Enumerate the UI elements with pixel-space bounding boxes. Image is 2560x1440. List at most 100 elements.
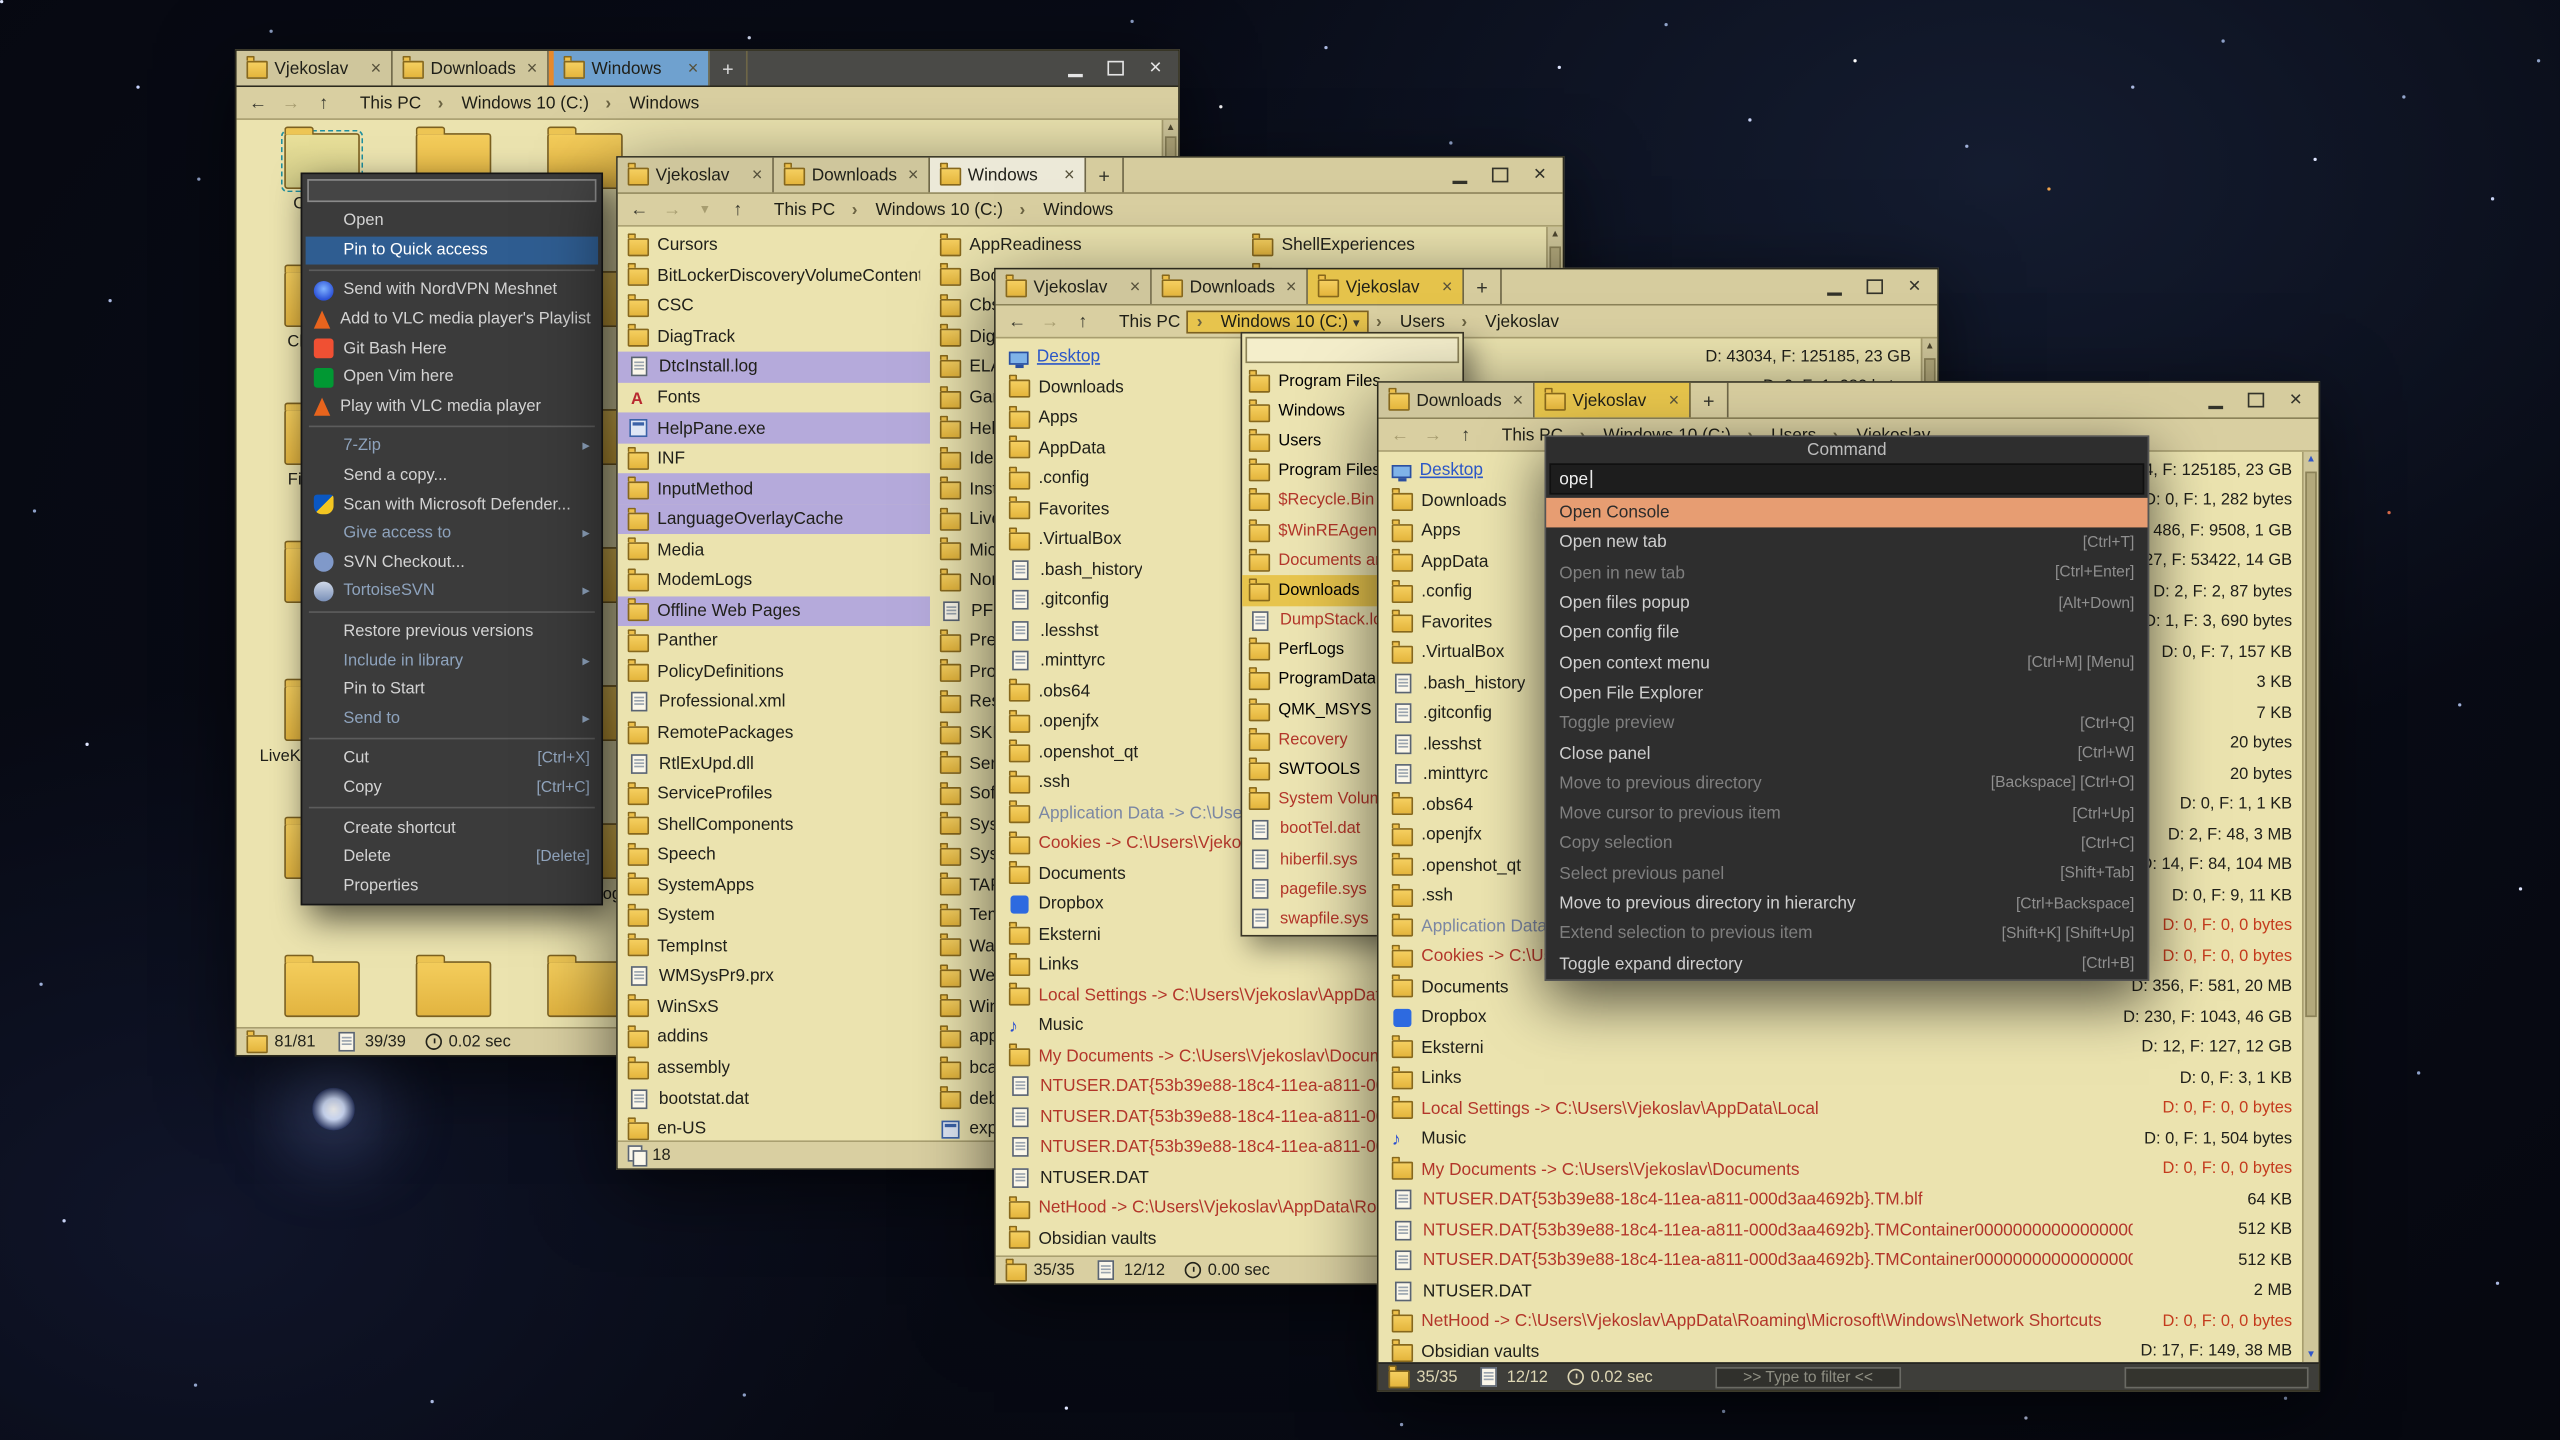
file-row[interactable]: NTUSER.DAT{53b39e88-18c4-11ea-a811-000d3… — [1382, 1245, 2302, 1275]
command-item[interactable]: Toggle expand directory [Ctrl+B] — [1546, 949, 2147, 979]
close-button[interactable] — [1534, 165, 1546, 185]
drive-dropdown-filter-input[interactable] — [1245, 337, 1459, 363]
command-item[interactable]: Move cursor to previous item [Ctrl+Up] — [1546, 798, 2147, 828]
file-row[interactable]: Cursors — [618, 230, 930, 260]
tab[interactable]: Downloads — [1152, 269, 1308, 304]
tab-close-icon[interactable] — [1130, 277, 1141, 297]
file-row[interactable]: en-US — [618, 1114, 930, 1141]
forward-button[interactable] — [657, 197, 687, 222]
file-row[interactable]: SystemApps — [618, 870, 930, 900]
file-row[interactable]: LanguageOverlayCache — [618, 504, 930, 534]
context-menu-item[interactable]: Create shortcut — [306, 814, 598, 843]
up-button[interactable] — [309, 90, 339, 115]
context-menu-item[interactable]: Delete [Delete] — [306, 843, 598, 872]
context-menu-item[interactable]: Give access to — [306, 519, 598, 548]
command-item[interactable]: Move to previous directory [Backspace] [… — [1546, 768, 2147, 798]
context-menu-item[interactable]: TortoiseSVN — [306, 577, 598, 606]
tab[interactable]: Vjekoslav — [1308, 269, 1464, 304]
file-row[interactable]: Offline Web Pages — [618, 596, 930, 626]
up-button[interactable] — [723, 197, 753, 222]
context-menu-item[interactable] — [309, 807, 595, 809]
context-menu-item[interactable]: Cut [Ctrl+X] — [306, 744, 598, 773]
file-row[interactable]: ServiceProfiles — [618, 779, 930, 809]
breadcrumb-segment[interactable]: This PC — [1111, 311, 1189, 331]
context-menu-item[interactable]: Add to VLC media player's Playlist — [306, 305, 598, 334]
breadcrumb-segment[interactable]: Windows — [1011, 200, 1121, 220]
command-item[interactable]: Extend selection to previous item [Shift… — [1546, 919, 2147, 949]
file-row[interactable]: Media — [618, 535, 930, 565]
tab-close-icon[interactable] — [1286, 277, 1297, 297]
command-item[interactable]: Select previous panel [Shift+Tab] — [1546, 859, 2147, 889]
forward-button[interactable] — [276, 90, 306, 115]
file-row[interactable]: AppReadiness — [930, 230, 1242, 260]
command-item[interactable]: Toggle preview [Ctrl+Q] — [1546, 708, 2147, 738]
context-menu-item[interactable]: SVN Checkout... — [306, 548, 598, 577]
forward-button[interactable] — [1418, 422, 1448, 447]
file-row[interactable]: bootstat.dat — [618, 1083, 930, 1113]
file-row[interactable]: NTUSER.DAT{53b39e88-18c4-11ea-a811-000d3… — [1382, 1215, 2302, 1245]
maximize-button[interactable] — [2248, 393, 2264, 408]
command-item[interactable]: Move to previous directory in hierarchy … — [1546, 889, 2147, 919]
minimize-button[interactable] — [1069, 60, 1084, 76]
context-menu-item[interactable]: Pin to Quick access — [306, 236, 598, 265]
command-input[interactable]: ope — [1549, 463, 2144, 494]
file-row[interactable]: Panther — [618, 626, 930, 656]
command-item[interactable]: Open config file — [1546, 618, 2147, 648]
context-menu-item[interactable]: Copy [Ctrl+C] — [306, 773, 598, 802]
back-button[interactable] — [1385, 422, 1415, 447]
file-row[interactable]: Dropbox D: 230, F: 1043, 46 GB — [1382, 1002, 2302, 1032]
tab[interactable]: Windows — [549, 51, 710, 86]
type-to-filter-box[interactable]: >> Type to filter << — [1715, 1366, 1901, 1387]
file-row[interactable]: Eksterni D: 12, F: 127, 12 GB — [1382, 1033, 2302, 1063]
maximize-button[interactable] — [1493, 168, 1509, 183]
minimize-button[interactable] — [1453, 167, 1468, 183]
tab-close-icon[interactable] — [1513, 390, 1524, 410]
file-row[interactable]: ShellComponents — [618, 809, 930, 839]
tab-close-icon[interactable] — [752, 165, 763, 185]
context-menu-item[interactable]: Send to — [306, 704, 598, 733]
close-button[interactable] — [1149, 58, 1161, 78]
history-dropdown-icon[interactable] — [690, 197, 720, 222]
forward-button[interactable] — [1035, 309, 1065, 334]
file-row[interactable]: DtcInstall.log — [618, 352, 930, 382]
context-menu-filter-input[interactable] — [307, 179, 596, 202]
file-row[interactable]: NTUSER.DAT 2 MB — [1382, 1276, 2302, 1306]
context-menu-item[interactable] — [309, 270, 595, 272]
breadcrumb-segment[interactable]: This PC — [352, 93, 430, 113]
file-row[interactable]: Speech — [618, 840, 930, 870]
file-row[interactable]: Links D: 0, F: 3, 1 KB — [1382, 1063, 2302, 1093]
command-item[interactable]: Open Console — [1546, 498, 2147, 528]
scrollbar[interactable] — [2302, 452, 2318, 1362]
context-menu-item[interactable]: Include in library — [306, 646, 598, 675]
file-row[interactable]: System — [618, 900, 930, 930]
minimize-button[interactable] — [2209, 392, 2224, 408]
file-row[interactable]: RemotePackages — [618, 718, 930, 748]
file-row[interactable]: Local Settings -> C:\Users\Vjekoslav\App… — [1382, 1093, 2302, 1123]
tab[interactable]: Downloads — [774, 158, 930, 193]
up-button[interactable] — [1451, 422, 1481, 447]
new-tab-button[interactable] — [1691, 383, 1729, 418]
breadcrumb-segment[interactable]: Windows 10 (C:) — [843, 200, 1011, 220]
context-menu-item[interactable]: Pin to Start — [306, 675, 598, 704]
context-menu-item[interactable]: Open Vim here — [306, 363, 598, 392]
folder-item[interactable] — [388, 955, 519, 1027]
file-row[interactable]: NTUSER.DAT{53b39e88-18c4-11ea-a811-000d3… — [1382, 1185, 2302, 1215]
file-row[interactable]: Music D: 0, F: 1, 504 bytes — [1382, 1124, 2302, 1154]
breadcrumb-segment[interactable]: Windows 10 (C:) — [1189, 311, 1368, 331]
command-item[interactable]: Open new tab [Ctrl+T] — [1546, 528, 2147, 558]
scroll-down-icon[interactable] — [2304, 1347, 2319, 1362]
context-menu-item[interactable]: Send a copy... — [306, 461, 598, 490]
tab[interactable]: Vjekoslav — [618, 158, 774, 193]
tab[interactable]: Windows — [930, 158, 1086, 193]
breadcrumb-segment[interactable]: Windows — [597, 93, 707, 113]
tab-close-icon[interactable] — [688, 58, 699, 78]
file-row[interactable]: Professional.xml — [618, 687, 930, 717]
file-row[interactable]: Obsidian vaults D: 17, F: 149, 38 MB — [1382, 1337, 2302, 1362]
context-menu-item[interactable]: Properties — [306, 872, 598, 901]
file-row[interactable]: NetHood -> C:\Users\Vjekoslav\AppData\Ro… — [1382, 1306, 2302, 1336]
breadcrumb-segment[interactable]: Windows 10 (C:) — [429, 93, 597, 113]
new-tab-button[interactable] — [710, 51, 748, 86]
file-row[interactable]: WinSxS — [618, 992, 930, 1022]
file-row[interactable]: DiagTrack — [618, 321, 930, 351]
command-item[interactable]: Open in new tab [Ctrl+Enter] — [1546, 558, 2147, 588]
